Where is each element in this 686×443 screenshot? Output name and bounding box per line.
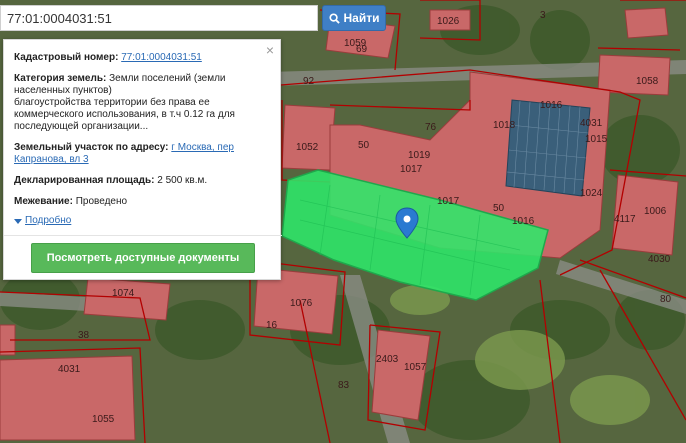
view-documents-button[interactable]: Посмотреть доступные документы [31,243,255,273]
map-label: 4031 [58,364,81,375]
survey-row: Межевание: Проведено [14,196,270,208]
area-value: 2 500 кв.м. [157,175,208,186]
map-label: 1052 [296,142,319,153]
map-label: 50 [358,140,370,151]
survey-value: Проведено [75,196,128,207]
map-label: 1017 [400,164,423,175]
map-label: 4117 [614,214,636,225]
category-row: Категория земель: Земли поселений (земли… [14,73,270,133]
map-label: 83 [338,380,350,391]
parcel-info-popup: × Кадастровый номер: 77:01:0004031:51 Ка… [3,39,282,280]
map-label: 4030 [648,254,671,265]
cadastral-label: Кадастровый номер: [14,52,119,63]
map-label: 2403 [376,354,399,365]
map-label: 1019 [408,150,431,161]
map-label: 3 [540,10,546,21]
map-label: 1017 [437,196,460,207]
category-description: благоустройства территории без права ее … [14,97,235,132]
map-label: 1026 [437,16,460,27]
map-label: 4031 [580,118,603,129]
map-label: 50 [493,203,505,214]
map-label: 69 [356,44,368,55]
map-label: 1076 [290,298,313,309]
area-row: Декларированная площадь: 2 500 кв.м. [14,175,270,187]
more-toggle[interactable]: Подробно [14,215,270,227]
map-label: 16 [266,320,278,331]
map-label: 80 [660,294,672,305]
map-label: 1058 [636,76,659,87]
map-label: 1015 [585,134,608,145]
category-label: Категория земель: [14,73,107,84]
map-label: 1016 [512,216,535,227]
more-link[interactable]: Подробно [25,215,71,227]
search-icon [328,12,340,24]
search-button-label: Найти [343,11,380,25]
map-label: 38 [78,330,90,341]
map-label: 1018 [493,120,516,131]
search-button[interactable]: Найти [322,5,386,31]
map-label: 92 [303,76,315,87]
close-icon[interactable]: × [266,43,274,57]
map-label: 76 [425,122,437,133]
map-label: 1057 [404,362,427,373]
search-input[interactable] [0,5,318,31]
cadastral-link[interactable]: 77:01:0004031:51 [121,52,202,63]
address-label: Земельный участок по адресу: [14,142,169,153]
map-label: 1024 [580,188,603,199]
divider [4,235,282,236]
map-label: 1055 [92,414,115,425]
map-label: 1016 [540,100,563,111]
area-label: Декларированная площадь: [14,175,155,186]
map-label: 1006 [644,206,667,217]
survey-label: Межевание: [14,196,73,207]
map-label: 1074 [112,288,135,299]
cadastral-row: Кадастровый номер: 77:01:0004031:51 [14,52,270,64]
triangle-down-icon [14,218,22,224]
address-row: Земельный участок по адресу: г Москва, п… [14,142,270,166]
